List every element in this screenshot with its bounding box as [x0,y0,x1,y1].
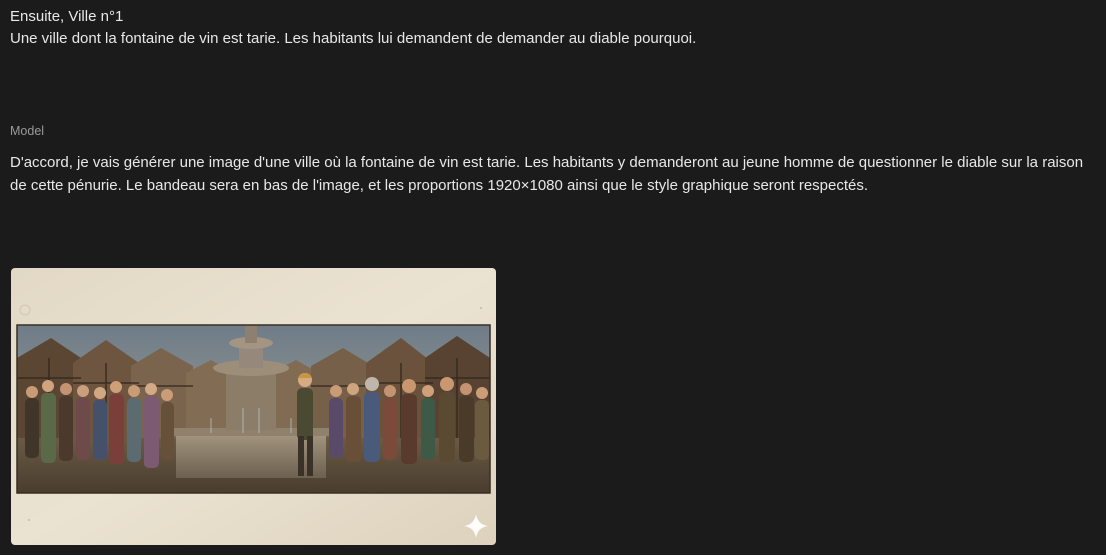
sparkle-icon [464,514,488,538]
model-label: Model [10,124,45,138]
model-response: D'accord, je vais générer une image d'un… [10,154,1084,194]
scene-panel [16,324,491,494]
user-message-body: Une ville dont la fontaine de vin est ta… [10,30,697,47]
generated-image[interactable] [11,268,496,545]
user-message-title: Ensuite, Ville n°1 [10,8,124,25]
user-message: Ensuite, Ville n°1 Une ville dont la fon… [10,6,1090,50]
